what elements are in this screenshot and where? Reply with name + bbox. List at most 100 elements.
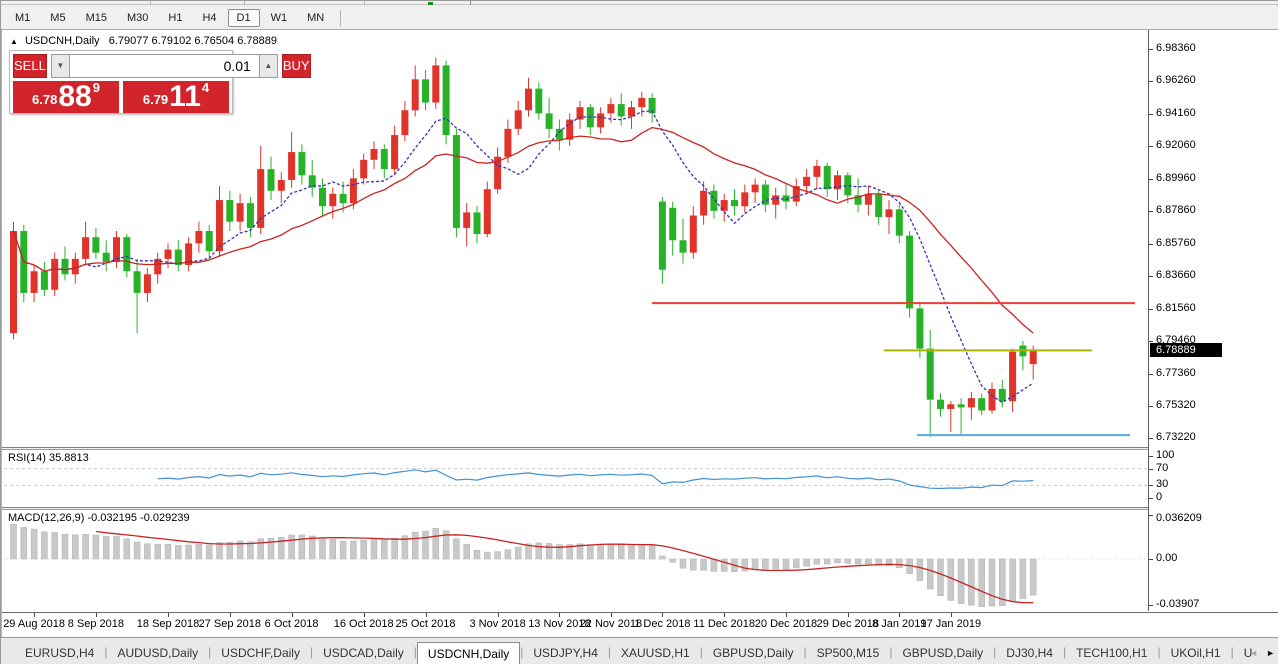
rsi-axis-label: 100 xyxy=(1156,449,1174,461)
timeframe-button-h4[interactable]: H4 xyxy=(193,9,225,27)
chart-tab-gbpusd-daily[interactable]: GBPUSD,Daily xyxy=(703,642,804,664)
date-axis-label: 8 Sep 2018 xyxy=(56,618,136,630)
macd-axis-tick xyxy=(1149,515,1153,516)
price-axis-label: 6.81560 xyxy=(1156,302,1196,314)
price-axis[interactable]: 6.78889 6.983606.962606.941606.920606.89… xyxy=(1148,30,1278,611)
price-axis-label: 6.96260 xyxy=(1156,74,1196,86)
price-axis-label: 6.87860 xyxy=(1156,204,1196,216)
sell-button[interactable]: SELL xyxy=(13,54,47,78)
macd-axis-label: 0.00 xyxy=(1156,552,1177,564)
toolbar-separator xyxy=(150,1,151,5)
chart-window: ▲ USDCNH,Daily 6.79077 6.79102 6.76504 6… xyxy=(1,30,1278,637)
price-axis-tick xyxy=(1149,374,1153,375)
chart-tab-gbpusd-daily[interactable]: GBPUSD,Daily xyxy=(892,642,993,664)
volume-input[interactable] xyxy=(70,54,259,78)
chart-tab-usdcad-daily[interactable]: USDCAD,Daily xyxy=(313,642,414,664)
timeframe-button-m5[interactable]: M5 xyxy=(41,9,74,27)
toolbar-group-edge xyxy=(364,1,471,5)
macd-axis-label: 0.036209 xyxy=(1156,512,1202,524)
price-axis-tick xyxy=(1149,81,1153,82)
chart-tab-sp500-m15[interactable]: SP500,M15 xyxy=(807,642,890,664)
timeframe-toolbar: M1M5M15M30H1H4D1W1MN xyxy=(1,6,1278,30)
rsi-axis-tick xyxy=(1149,469,1153,470)
macd-axis-label: -0.03907 xyxy=(1156,598,1199,610)
price-axis-label: 6.75320 xyxy=(1156,399,1196,411)
date-axis-tick xyxy=(230,613,231,617)
price-axis-tick xyxy=(1149,49,1153,50)
price-axis-label: 6.98360 xyxy=(1156,42,1196,54)
tabs-scroll-right-icon[interactable]: ► xyxy=(1266,648,1275,658)
chart-tab-xauusd-h1[interactable]: XAUUSD,H1 xyxy=(611,642,700,664)
rsi-axis-label: 30 xyxy=(1156,478,1168,490)
date-axis-tick xyxy=(848,613,849,617)
chart-tab-usdchf-daily[interactable]: USDCHF,Daily xyxy=(211,642,310,664)
chart-tab-usdcnh-daily[interactable]: USDCNH,Daily xyxy=(417,642,520,664)
price-axis-tick xyxy=(1149,244,1153,245)
rsi-label: RSI(14) 35.8813 xyxy=(8,452,89,464)
rsi-axis-label: 70 xyxy=(1156,462,1168,474)
price-axis-tick xyxy=(1149,276,1153,277)
timeframe-button-w1[interactable]: W1 xyxy=(262,9,297,27)
date-axis-tick xyxy=(96,613,97,617)
price-axis-label: 6.77360 xyxy=(1156,367,1196,379)
sell-price-sup: 9 xyxy=(93,81,100,95)
chart-tab-eurusd-h4[interactable]: EURUSD,H4 xyxy=(15,642,104,664)
rsi-axis-label: 0 xyxy=(1156,491,1162,503)
date-axis-label: 25 Oct 2018 xyxy=(386,618,466,630)
sell-price-big: 88 xyxy=(58,83,91,111)
date-axis-tick xyxy=(168,613,169,617)
clipped-icon xyxy=(428,2,433,5)
chart-tab-audusd-daily[interactable]: AUDUSD,Daily xyxy=(107,642,208,664)
timeframe-button-mn[interactable]: MN xyxy=(298,9,333,27)
buy-price-sup: 4 xyxy=(202,81,209,95)
date-axis-tick xyxy=(559,613,560,617)
macd-panel[interactable] xyxy=(2,510,1148,611)
chart-ohlc-values: 6.79077 6.79102 6.76504 6.78889 xyxy=(109,35,277,47)
timeframe-button-m1[interactable]: M1 xyxy=(6,9,39,27)
rsi-line xyxy=(158,470,1033,489)
macd-signal-line xyxy=(96,531,1033,602)
chart-tab-tech100-h1[interactable]: TECH100,H1 xyxy=(1066,642,1157,664)
date-axis-tick xyxy=(951,613,952,617)
rsi-axis-tick xyxy=(1149,456,1153,457)
volume-increase-button[interactable]: ▲ xyxy=(259,54,278,78)
chart-tab-dj30-h4[interactable]: DJ30,H4 xyxy=(996,642,1063,664)
rsi-axis-tick xyxy=(1149,485,1153,486)
price-axis-tick xyxy=(1149,114,1153,115)
tab-scroll-buttons: ◄ ► xyxy=(1249,648,1275,658)
date-axis-tick xyxy=(724,613,725,617)
price-axis-label: 6.92060 xyxy=(1156,139,1196,151)
timeframe-button-m30[interactable]: M30 xyxy=(118,9,157,27)
top-toolbar-clipped xyxy=(1,1,1278,5)
rsi-panel[interactable] xyxy=(2,450,1148,507)
date-axis-tick xyxy=(34,613,35,617)
price-axis-label: 6.73220 xyxy=(1156,431,1196,443)
macd-label: MACD(12,26,9) -0.032195 -0.029239 xyxy=(8,512,190,524)
sell-price-box[interactable]: 6.78 88 9 xyxy=(13,81,119,113)
chart-symbol-label: USDCNH,Daily xyxy=(25,35,100,47)
date-axis-tick xyxy=(292,613,293,617)
date-axis-tick xyxy=(611,613,612,617)
chart-tab-bar: EURUSD,H4|AUDUSD,Daily|USDCHF,Daily|USDC… xyxy=(1,637,1278,664)
price-axis-label: 6.89960 xyxy=(1156,172,1196,184)
chart-header: ▲ USDCNH,Daily 6.79077 6.79102 6.76504 6… xyxy=(10,35,277,47)
tabs-scroll-left-icon[interactable]: ◄ xyxy=(1249,648,1258,658)
price-axis-label: 6.85760 xyxy=(1156,237,1196,249)
buy-price-box[interactable]: 6.79 11 4 xyxy=(123,81,229,113)
buy-button[interactable]: BUY xyxy=(282,54,311,78)
date-axis-label: 6 Oct 2018 xyxy=(252,618,332,630)
timeframe-button-d1[interactable]: D1 xyxy=(228,9,260,27)
date-axis-tick xyxy=(899,613,900,617)
price-axis-label: 6.83660 xyxy=(1156,269,1196,281)
date-axis[interactable]: 29 Aug 20188 Sep 201818 Sep 201827 Sep 2… xyxy=(2,612,1278,637)
chart-tab-usdjpy-h4[interactable]: USDJPY,H4 xyxy=(523,642,607,664)
collapse-triangle-icon[interactable]: ▲ xyxy=(10,37,18,46)
volume-decrease-button[interactable]: ▼ xyxy=(51,54,70,78)
macd-axis-tick xyxy=(1149,559,1153,560)
sell-price-small: 6.78 xyxy=(32,89,57,111)
price-axis-label: 6.94160 xyxy=(1156,107,1196,119)
timeframe-button-h1[interactable]: H1 xyxy=(159,9,191,27)
timeframe-button-m15[interactable]: M15 xyxy=(77,9,116,27)
chart-tab-ukoil-h1[interactable]: UKOil,H1 xyxy=(1161,642,1231,664)
toolbar-separator xyxy=(340,10,341,26)
